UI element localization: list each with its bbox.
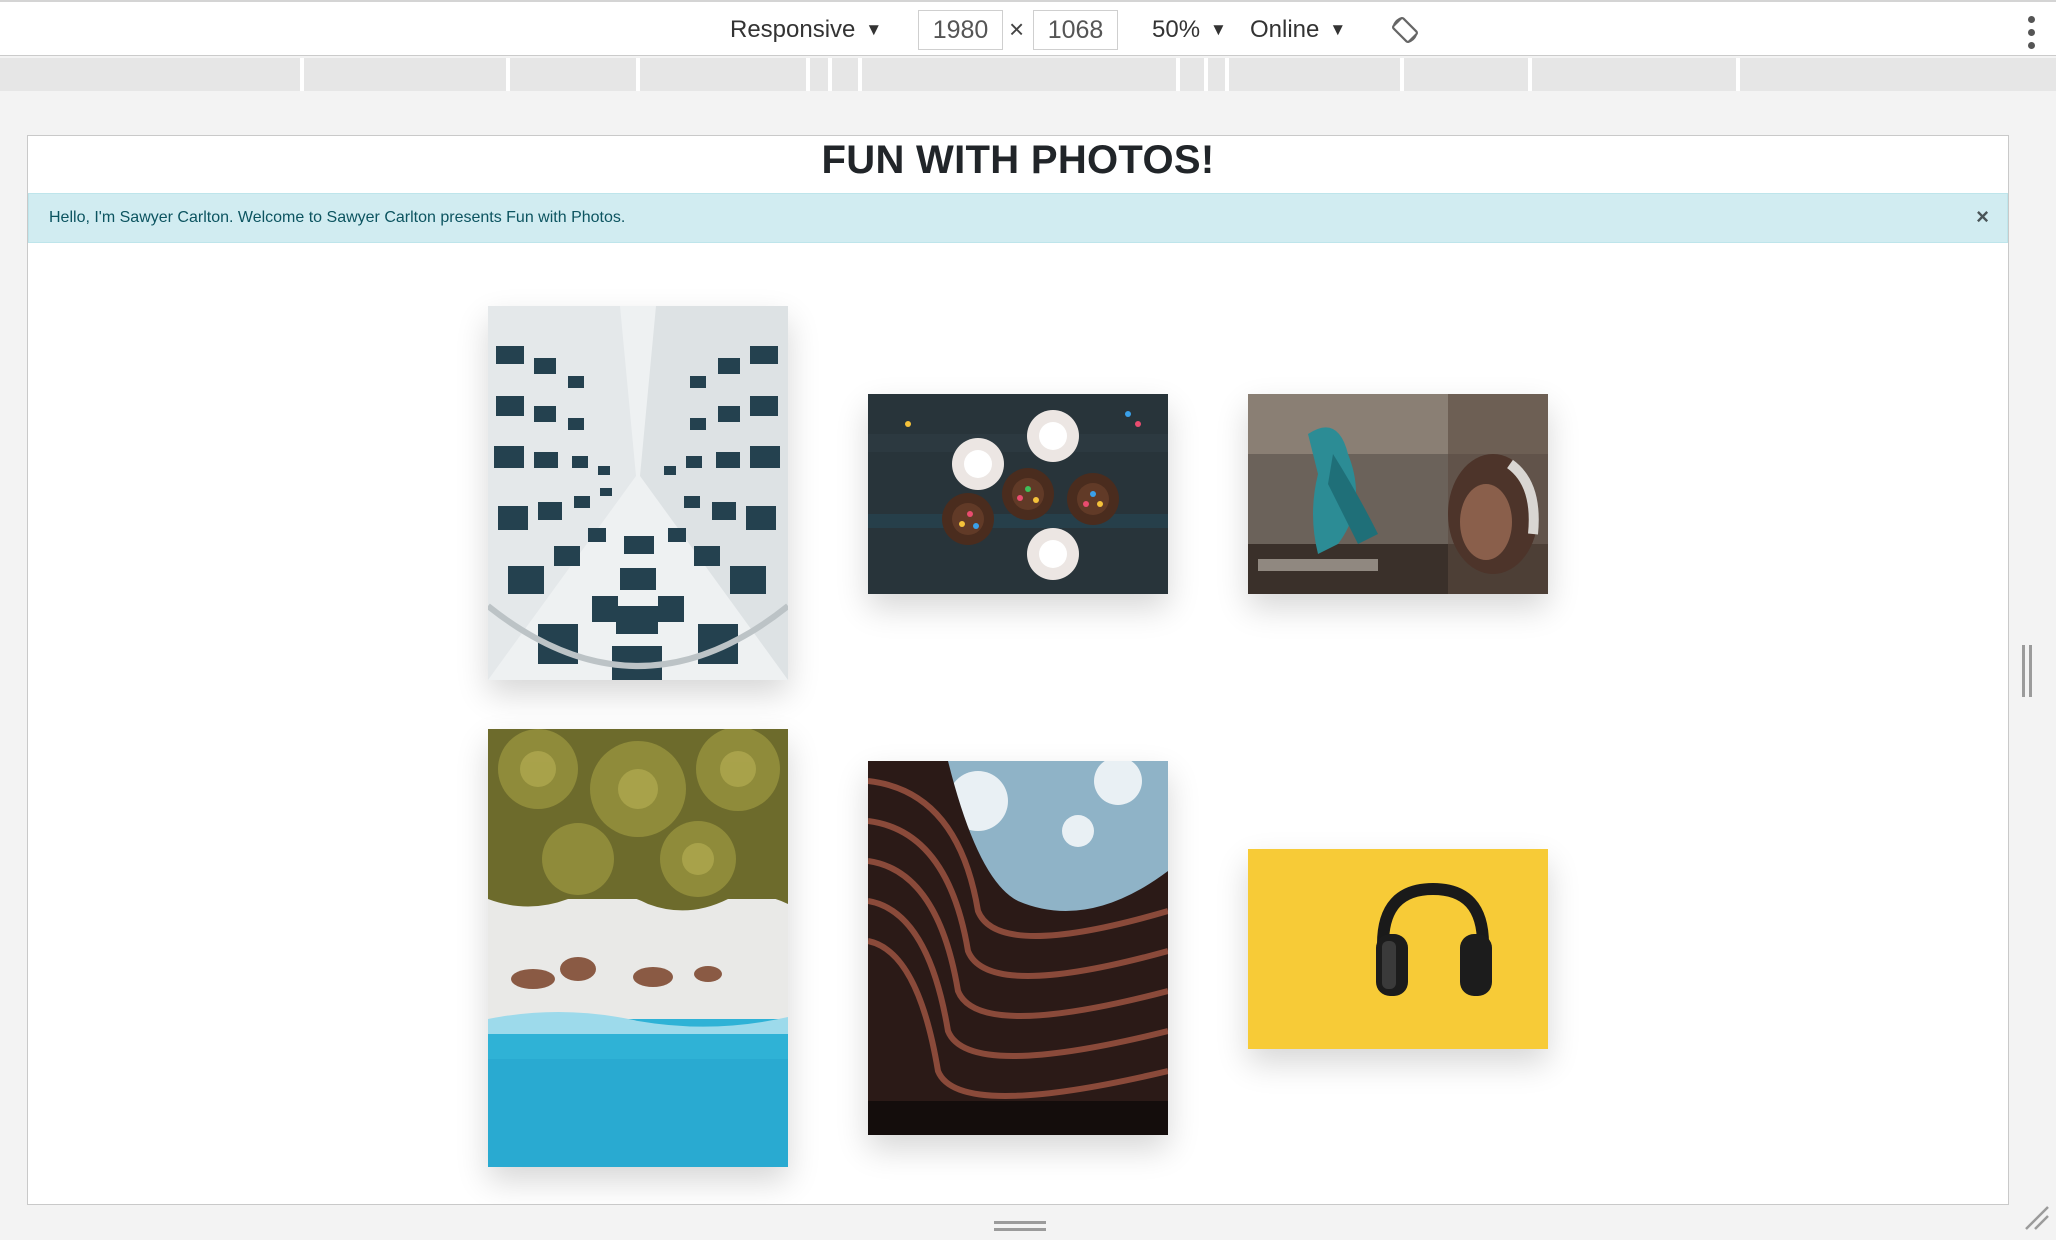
emulated-viewport: FUN WITH PHOTOS! Hello, I'm Sawyer Carlt… (27, 135, 2009, 1205)
corner-resize-icon[interactable] (2022, 1203, 2050, 1236)
network-select[interactable]: Online ▼ (1250, 2, 1346, 57)
dropdown-arrow-icon: ▼ (865, 19, 883, 39)
photo-curved-building[interactable] (868, 761, 1168, 1135)
width-input[interactable]: 1980 (918, 10, 1003, 50)
more-vert-icon[interactable] (2028, 16, 2036, 49)
device-label: Responsive (730, 15, 856, 43)
photo-graffiti-headphones-woman[interactable] (1248, 394, 1548, 594)
photo-cupcakes[interactable] (868, 394, 1168, 594)
rotate-icon[interactable] (1390, 2, 1420, 57)
dropdown-arrow-icon: ▼ (1210, 19, 1227, 39)
height-input[interactable]: 1068 (1033, 10, 1118, 50)
dropdown-arrow-icon: ▼ (1329, 19, 1347, 39)
welcome-alert: Hello, I'm Sawyer Carlton. Welcome to Sa… (28, 193, 2008, 243)
browser-window: Responsive ▼ 1980 × 1068 50% ▼ Online ▼ (0, 0, 2056, 1240)
alert-message: Hello, I'm Sawyer Carlton. Welcome to Sa… (49, 209, 626, 226)
network-label: Online (1250, 15, 1320, 43)
times-sign: × (1009, 14, 1025, 44)
zoom-label: 50% (1152, 15, 1201, 43)
right-resize-handle[interactable] (2020, 645, 2034, 697)
device-select[interactable]: Responsive ▼ (730, 2, 882, 57)
photo-palm-trees-beach[interactable] (488, 729, 788, 1167)
close-icon[interactable]: × (1976, 206, 1989, 228)
page-title: FUN WITH PHOTOS! (821, 138, 1215, 182)
photo-headphones-yellow[interactable] (1248, 849, 1548, 1049)
media-query-bar[interactable] (0, 58, 2056, 91)
zoom-select[interactable]: 50% ▼ (1152, 2, 1227, 57)
photo-building-looking-up[interactable] (488, 306, 788, 680)
device-toolbar: Responsive ▼ 1980 × 1068 50% ▼ Online ▼ (0, 0, 2056, 56)
bottom-resize-handle[interactable] (994, 1221, 1046, 1231)
